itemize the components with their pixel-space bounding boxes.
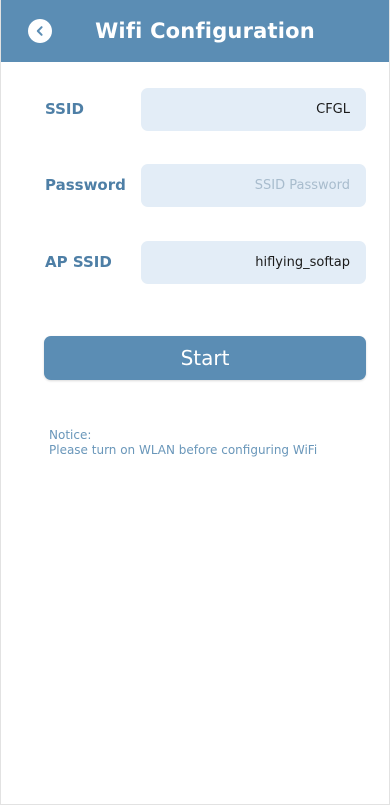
notice-text: Please turn on WLAN before configuring W… [49,443,318,457]
chevron-left-icon [34,25,46,37]
start-button[interactable]: Start [44,336,366,380]
password-row: Password [1,164,389,207]
ssid-label: SSID [45,100,84,118]
back-button[interactable] [28,19,52,43]
ssid-row: SSID [1,88,389,131]
password-input[interactable] [141,164,366,207]
page-title: Wifi Configuration [95,19,315,43]
header-bar: Wifi Configuration [1,0,389,62]
notice-block: Notice: Please turn on WLAN before confi… [49,428,385,458]
ap-ssid-input[interactable] [141,241,366,284]
ap-ssid-label: AP SSID [45,253,112,271]
ssid-input[interactable] [141,88,366,131]
password-label: Password [45,176,126,194]
notice-title: Notice: [49,428,92,442]
wifi-config-screen: Wifi Configuration SSID Password AP SSID… [0,0,390,805]
ap-ssid-row: AP SSID [1,241,389,284]
